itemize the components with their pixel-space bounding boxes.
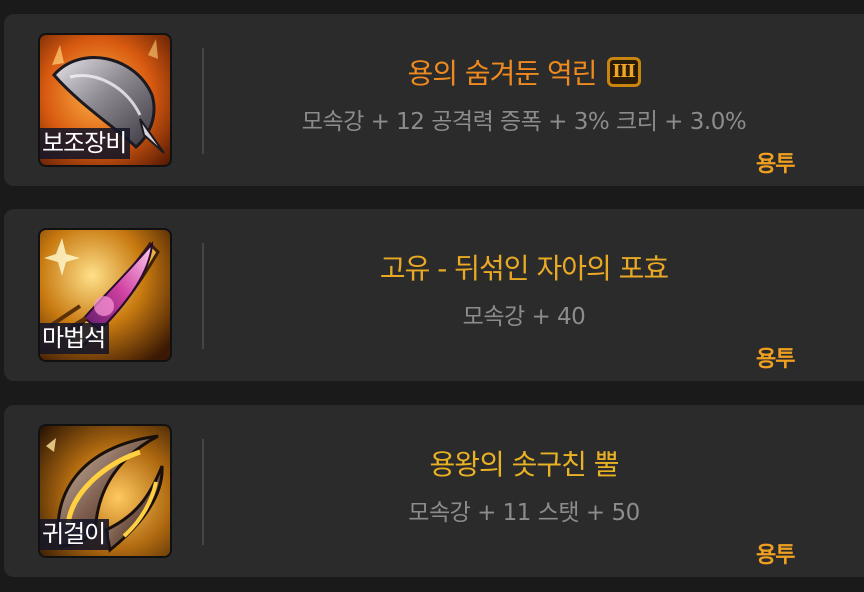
magic-stone-icon[interactable]: 마법석 — [40, 230, 170, 360]
tier-badge: III — [606, 57, 641, 87]
title-row: 용왕의 솟구친 뿔 — [204, 443, 844, 483]
source-tag: 용투 — [756, 152, 795, 177]
item-title[interactable]: 용왕의 솟구친 뿔 — [429, 448, 619, 481]
item-title[interactable]: 고유 - 뒤섞인 자아의 포효 — [380, 252, 669, 285]
item-stats: 모속강 + 12 공격력 증폭 + 3% 크리 + 3.0% — [301, 109, 747, 135]
secondary-weapon-icon[interactable]: 보조장비 — [40, 35, 170, 165]
slot-label: 보조장비 — [40, 128, 131, 159]
item-stats: 모속강 + 40 — [462, 304, 586, 330]
title-row: 고유 - 뒤섞인 자아의 포효 — [204, 247, 844, 287]
equipment-card-secondary-weapon[interactable]: 보조장비 용의 숨겨둔 역린 III 모속강 + 12 공격력 증폭 + 3% 크… — [4, 14, 864, 186]
earring-icon[interactable]: 귀걸이 — [40, 426, 170, 556]
source-tag: 용투 — [756, 347, 795, 372]
equipment-card-magic-stone[interactable]: 마법석 고유 - 뒤섞인 자아의 포효 모속강 + 40 용투 — [4, 209, 864, 381]
equipment-list: 보조장비 용의 숨겨둔 역린 III 모속강 + 12 공격력 증폭 + 3% 크… — [0, 0, 864, 592]
slot-label: 귀걸이 — [40, 519, 110, 550]
source-tag: 용투 — [756, 543, 795, 568]
item-stats: 모속강 + 11 스탯 + 50 — [408, 500, 640, 526]
slot-label: 마법석 — [40, 323, 110, 354]
item-title[interactable]: 용의 숨겨둔 역린 — [407, 57, 597, 90]
equipment-card-earring[interactable]: 귀걸이 용왕의 솟구친 뿔 모속강 + 11 스탯 + 50 용투 — [4, 405, 864, 577]
title-row: 용의 숨겨둔 역린 III — [204, 52, 844, 92]
